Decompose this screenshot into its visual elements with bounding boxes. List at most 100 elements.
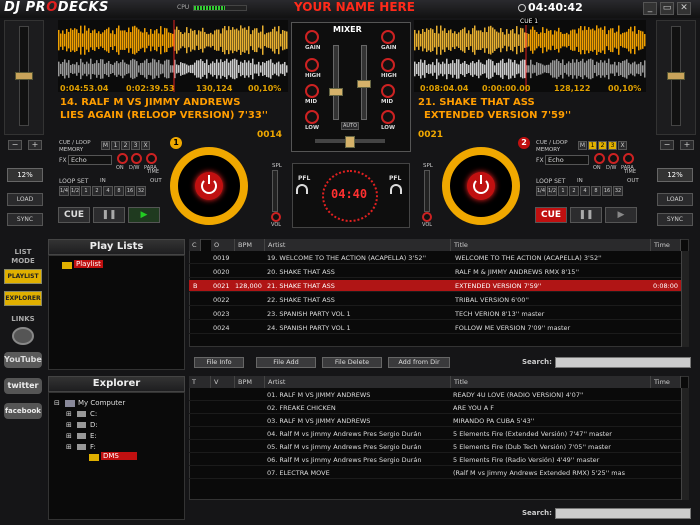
facebook-link[interactable]: facebook xyxy=(4,403,42,419)
playlist-col-title[interactable]: Title xyxy=(451,239,651,251)
deck1-loop-button-0[interactable]: 1/4 xyxy=(59,186,69,196)
playlist-col-time[interactable]: Time xyxy=(651,239,681,251)
table-row[interactable]: 02. FREAKE CHICKEN ARE YOU A F xyxy=(189,402,681,414)
deck1-pause-button[interactable]: ❚❚ xyxy=(93,207,125,223)
deck1-pitch-handle[interactable] xyxy=(15,72,33,80)
deck2-loop-button-7[interactable]: 32 xyxy=(613,186,623,196)
tree-drive[interactable]: E: xyxy=(90,432,97,440)
deck2-memory-button-4[interactable]: X xyxy=(618,141,627,150)
maximize-button[interactable]: ▭ xyxy=(660,2,674,15)
table-row[interactable]: 0024 24. SPANISH PARTY VOL 1 FOLLOW ME VER… xyxy=(189,322,681,334)
explorer-col-time[interactable]: Time xyxy=(651,376,681,388)
mixer-fader-2-handle[interactable] xyxy=(357,80,371,88)
mixer-right-gain-knob[interactable] xyxy=(381,30,395,44)
youtube-link[interactable]: YouTube xyxy=(4,352,42,368)
deck2-pause-button[interactable]: ❚❚ xyxy=(570,207,602,223)
deck1-loop-button-1[interactable]: 1/2 xyxy=(70,186,80,196)
deck1-power-button[interactable] xyxy=(195,172,223,200)
deck1-loop-button-3[interactable]: 2 xyxy=(92,186,102,196)
explorer-col-v[interactable]: V xyxy=(211,376,235,388)
tree-toggle-root[interactable]: ⊟ xyxy=(54,399,60,407)
headphones-right-icon[interactable] xyxy=(390,184,402,194)
deck2-memory-button-0[interactable]: M xyxy=(578,141,587,150)
deck2-spl-fader[interactable] xyxy=(424,170,430,212)
tree-folder-dms[interactable]: DMS xyxy=(101,452,137,460)
deck1-jog-wheel[interactable] xyxy=(170,147,248,225)
mixer-left-low-knob[interactable] xyxy=(305,110,319,124)
mixer-left-gain-knob[interactable] xyxy=(305,30,319,44)
mixer-fader-1[interactable] xyxy=(333,45,339,120)
deck2-memory-button-1[interactable]: 1 xyxy=(588,141,597,150)
deck2-waveform[interactable] xyxy=(414,20,646,92)
deck1-memory-button-4[interactable]: X xyxy=(141,141,150,150)
playlist-col-bpm[interactable]: BPM xyxy=(235,239,265,251)
deck1-memory-button-1[interactable]: 1 xyxy=(111,141,120,150)
tree-toggle[interactable]: ⊞ xyxy=(66,410,72,418)
deck2-pitch-minus[interactable]: − xyxy=(660,140,674,150)
deck2-load-button[interactable]: LOAD xyxy=(657,193,693,206)
table-row[interactable]: 0020 20. SHAKE THAT ASS RALF M & JIMMY AND… xyxy=(189,266,681,278)
deck1-memory-button-3[interactable]: 3 xyxy=(131,141,140,150)
table-row[interactable]: 07. ELECTRA MOVE (Ralf M vs Jimmy Andrews… xyxy=(189,467,681,479)
deck2-para-knob[interactable] xyxy=(623,153,634,164)
file-info-button[interactable]: File Info xyxy=(194,357,244,368)
deck1-loop-button-2[interactable]: 1 xyxy=(81,186,91,196)
deck2-loop-button-1[interactable]: 1/2 xyxy=(547,186,557,196)
playlist-search-input[interactable] xyxy=(555,357,691,368)
file-add-button[interactable]: File Add xyxy=(256,357,316,368)
table-row[interactable]: 06. Ralf M vs Jimmy Andrews Pres Sergio … xyxy=(189,454,681,466)
deck2-fx-select[interactable]: Echo xyxy=(545,155,589,165)
playlist-col-o[interactable]: O xyxy=(211,239,235,251)
deck2-power-button[interactable] xyxy=(467,172,495,200)
deck1-pitch-plus[interactable]: + xyxy=(28,140,42,150)
deck2-loop-button-5[interactable]: 8 xyxy=(591,186,601,196)
mixer-fader-1-handle[interactable] xyxy=(329,88,343,96)
deck1-play-button[interactable]: ▶ xyxy=(128,207,160,223)
explorer-col-title[interactable]: Title xyxy=(451,376,651,388)
explorer-col-bpm[interactable]: BPM xyxy=(235,376,265,388)
table-row[interactable]: 0023 23. SPANISH PARTY VOL 1 TECH VERION 8… xyxy=(189,308,681,320)
deck2-loop-button-6[interactable]: 16 xyxy=(602,186,612,196)
deck2-pitch-handle[interactable] xyxy=(667,72,685,80)
explorer-col-artist[interactable]: Artist xyxy=(265,376,451,388)
table-row[interactable]: 0019 19. WELCOME TO THE ACTION (ACAPELLA)… xyxy=(189,252,681,264)
playlist-col-c[interactable]: C xyxy=(189,239,201,251)
deck2-loop-button-4[interactable]: 4 xyxy=(580,186,590,196)
mixer-right-low-knob[interactable] xyxy=(381,110,395,124)
deck2-loop-button-0[interactable]: 1/4 xyxy=(536,186,546,196)
add-from-dir-button[interactable]: Add from Dir xyxy=(388,357,450,368)
deck1-memory-button-0[interactable]: M xyxy=(101,141,110,150)
tree-drive[interactable]: C: xyxy=(90,410,97,418)
tree-drive[interactable]: F: xyxy=(90,443,96,451)
deck1-vol-knob[interactable] xyxy=(271,212,281,222)
deck1-memory-button-2[interactable]: 2 xyxy=(121,141,130,150)
deck1-pitch-minus[interactable]: − xyxy=(8,140,22,150)
deck1-loop-button-4[interactable]: 4 xyxy=(103,186,113,196)
link-gear-icon[interactable] xyxy=(12,327,34,345)
deck1-spl-fader[interactable] xyxy=(272,170,278,212)
tree-toggle[interactable]: ⊞ xyxy=(66,443,72,451)
deck1-cue-button[interactable]: CUE xyxy=(58,207,90,223)
tree-toggle[interactable]: ⊞ xyxy=(66,421,72,429)
table-row[interactable]: 01. RALF M VS JIMMY ANDREWS READY 4U LOVE… xyxy=(189,389,681,401)
playlist-item[interactable]: Playlist xyxy=(74,260,103,268)
file-delete-button[interactable]: File Delete xyxy=(322,357,382,368)
deck2-fx-on-knob[interactable] xyxy=(594,153,605,164)
close-button[interactable]: ✕ xyxy=(677,2,691,15)
playlist-scrollbar[interactable] xyxy=(681,251,689,347)
playlist-col-artist[interactable]: Artist xyxy=(265,239,451,251)
deck2-jog-wheel[interactable] xyxy=(442,147,520,225)
deck2-memory-button-3[interactable]: 3 xyxy=(608,141,617,150)
deck2-sync-button[interactable]: SYNC xyxy=(657,213,693,226)
twitter-link[interactable]: twitter xyxy=(4,378,42,394)
mixer-left-mid-knob[interactable] xyxy=(305,84,319,98)
deck1-loop-button-6[interactable]: 16 xyxy=(125,186,135,196)
minimize-button[interactable]: _ xyxy=(643,2,657,15)
deck1-loop-button-7[interactable]: 32 xyxy=(136,186,146,196)
tree-drive[interactable]: D: xyxy=(90,421,98,429)
playlist-mode-button[interactable]: PLAYLIST xyxy=(4,269,42,284)
deck2-loop-button-2[interactable]: 1 xyxy=(558,186,568,196)
mixer-right-high-knob[interactable] xyxy=(381,58,395,72)
auto-button[interactable]: AUTO xyxy=(341,122,359,130)
tree-my-computer[interactable]: My Computer xyxy=(78,399,125,407)
